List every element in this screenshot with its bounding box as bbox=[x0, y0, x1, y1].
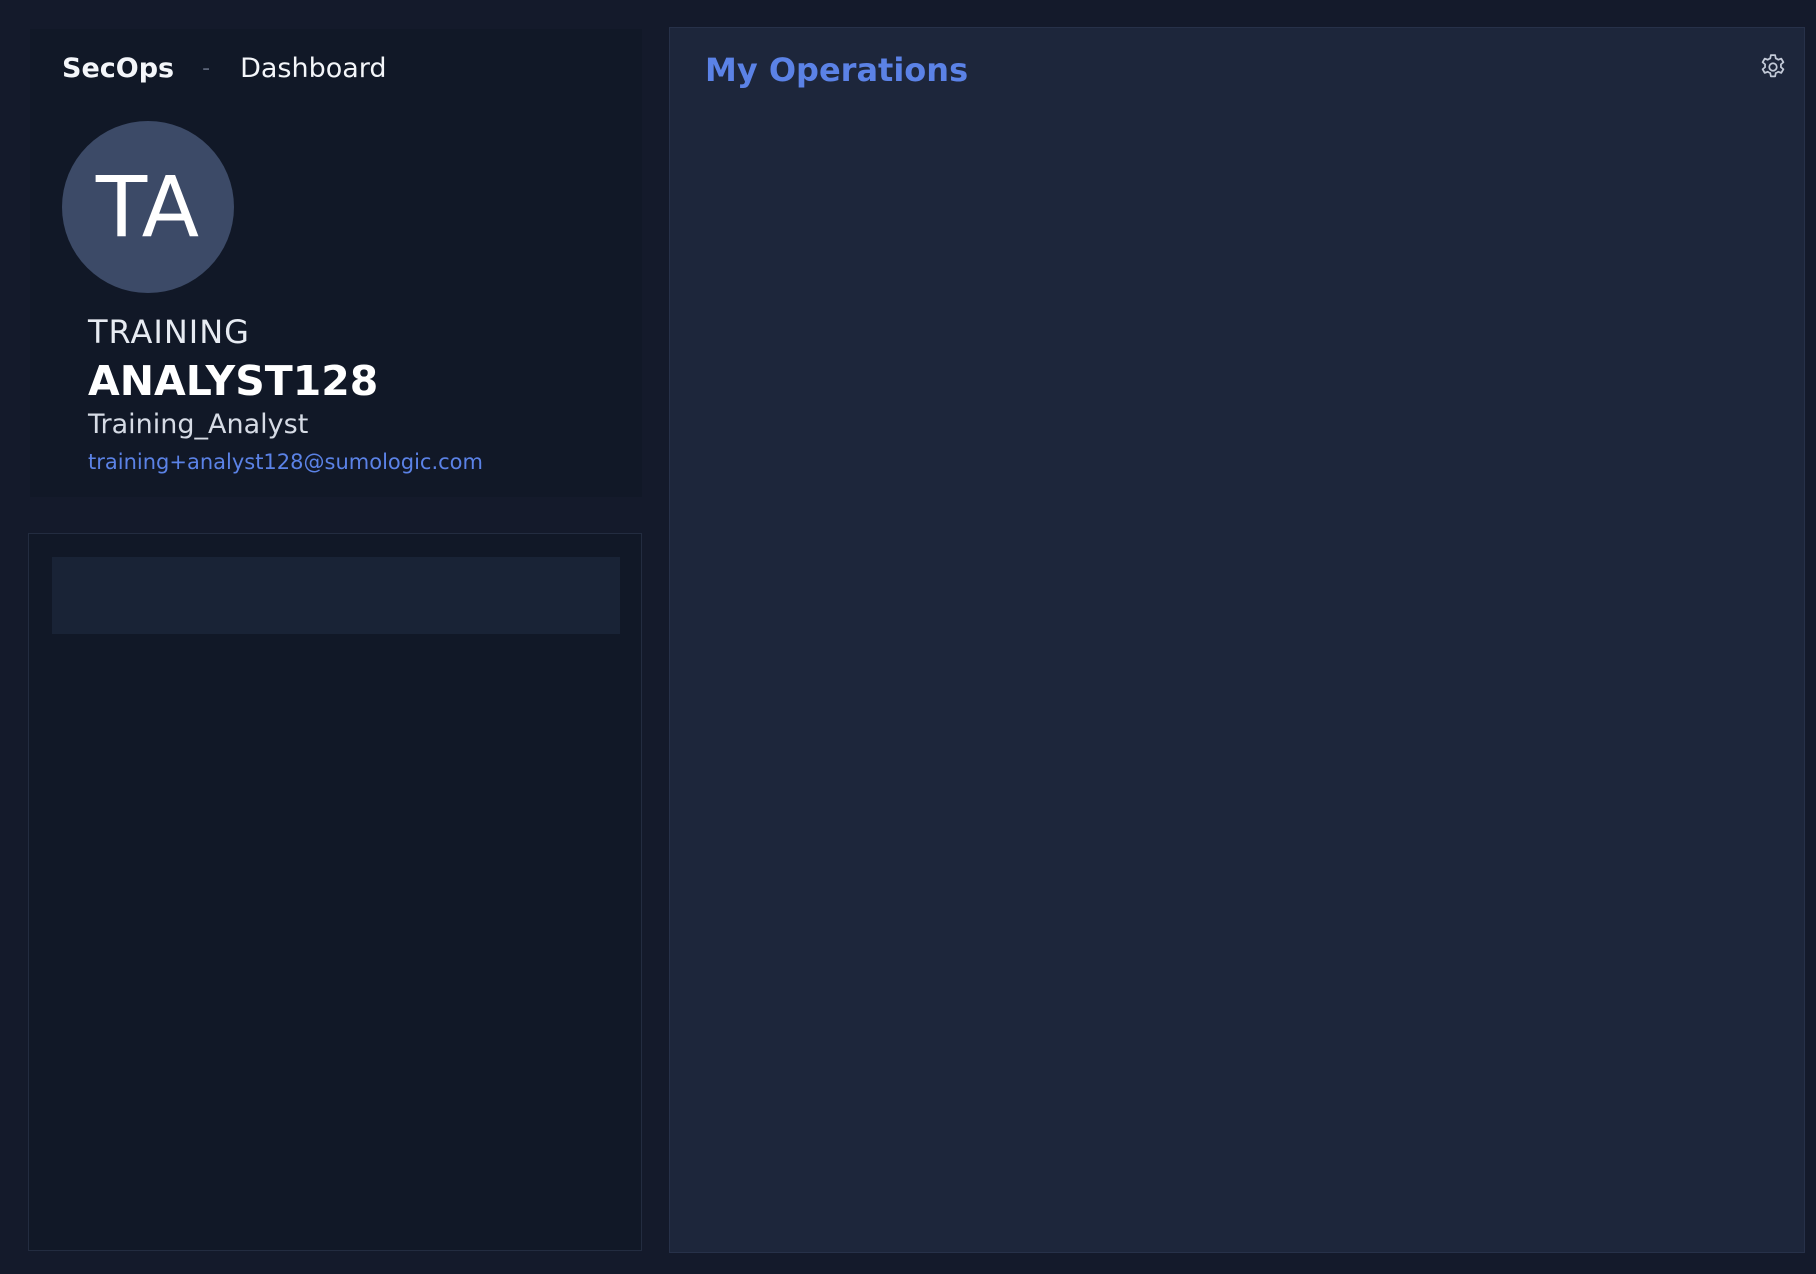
avatar-initials: TA bbox=[95, 158, 201, 256]
user-role: Training_Analyst bbox=[88, 409, 309, 440]
profile-card: SecOps - Dashboard TA TRAINING ANALYST12… bbox=[30, 29, 642, 497]
secondary-panel bbox=[28, 533, 642, 1251]
operations-panel: My Operations bbox=[669, 27, 1805, 1253]
user-first-name: TRAINING bbox=[88, 313, 250, 351]
avatar: TA bbox=[62, 121, 234, 293]
breadcrumb-page: Dashboard bbox=[240, 53, 387, 84]
gear-icon[interactable] bbox=[1756, 50, 1790, 84]
user-email-link[interactable]: training+analyst128@sumologic.com bbox=[88, 447, 483, 477]
loading-placeholder bbox=[52, 557, 620, 634]
breadcrumb: SecOps - Dashboard bbox=[62, 49, 387, 89]
operations-title: My Operations bbox=[705, 51, 969, 89]
user-last-name: ANALYST128 bbox=[88, 357, 379, 405]
breadcrumb-separator: - bbox=[202, 56, 211, 81]
breadcrumb-app[interactable]: SecOps bbox=[62, 49, 174, 89]
